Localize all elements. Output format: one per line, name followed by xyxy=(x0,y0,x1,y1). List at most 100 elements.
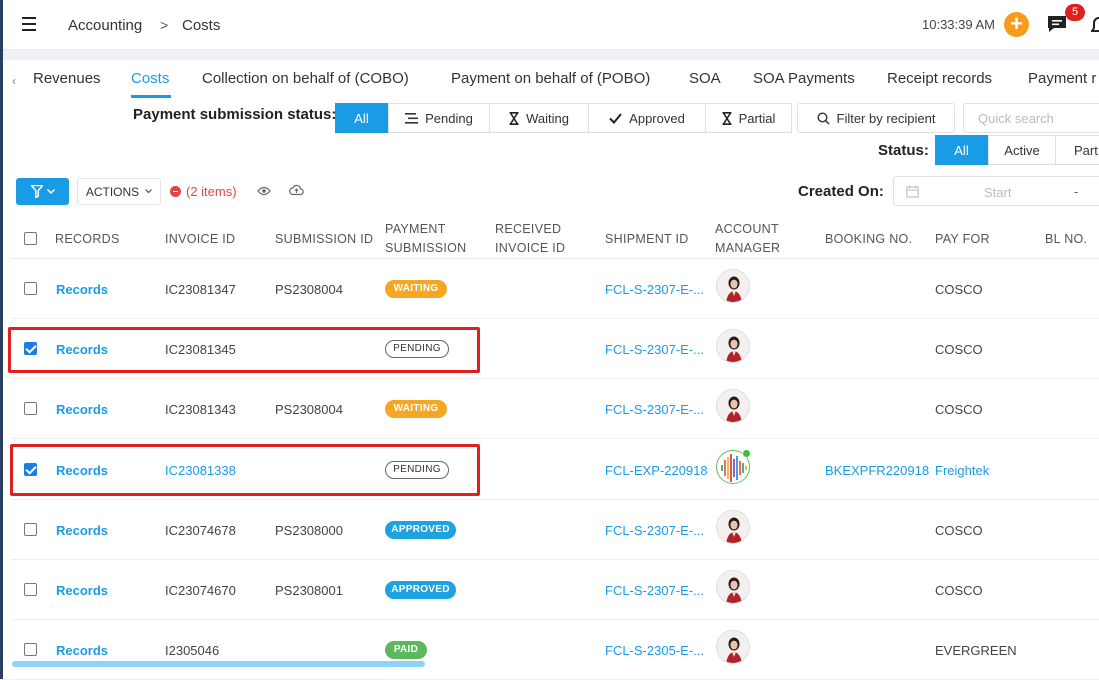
chevron-left-icon[interactable]: ‹ xyxy=(12,74,16,88)
selected-items-count[interactable]: (2 items) xyxy=(170,184,237,199)
pay-for: COSCO xyxy=(935,522,983,538)
booking-no-link[interactable]: BKEXPFR220918 xyxy=(825,463,929,478)
filter-button[interactable] xyxy=(16,178,69,205)
col-account-manager-line1: ACCOUNT xyxy=(715,222,779,236)
cloud-upload-icon[interactable] xyxy=(289,184,304,196)
filter-by-recipient-label: Filter by recipient xyxy=(836,110,936,126)
tab-soa-payments[interactable]: SOA Payments xyxy=(753,70,855,87)
tab-soa[interactable]: SOA xyxy=(689,70,721,87)
payment-status-label: Payment submission status: xyxy=(133,106,337,123)
payment-status-pending-label: Pending xyxy=(425,110,473,126)
records-link[interactable]: Records xyxy=(56,583,108,598)
payment-status-partial-label: Partial xyxy=(738,110,776,126)
actions-dropdown[interactable]: ACTIONS xyxy=(77,178,161,205)
pay-for: COSCO xyxy=(935,583,983,598)
status-active[interactable]: Active xyxy=(988,135,1056,165)
row-checkbox[interactable] xyxy=(24,282,37,295)
table-row[interactable]: Records I2305046 PAID FCL-S-2305-E-... EVERG… xyxy=(11,620,1099,680)
status-partial-label: Part xyxy=(1074,142,1098,158)
col-received-invoice-line2: INVOICE ID xyxy=(495,241,566,255)
date-separator: - xyxy=(1074,184,1079,199)
quick-search-placeholder: Quick search xyxy=(978,110,1054,126)
tab-costs[interactable]: Costs xyxy=(131,70,169,87)
filter-by-recipient-button[interactable]: Filter by recipient xyxy=(797,103,955,133)
top-bar: Accounting > Costs 10:33:39 AM + 5 xyxy=(3,0,1099,50)
avatar[interactable] xyxy=(716,389,750,424)
table-row[interactable]: Records IC23081343 PS2308004 WAITING FCL-S-2… xyxy=(11,379,1099,440)
col-bl-no[interactable]: BL NO. xyxy=(1045,230,1087,249)
col-pay-for[interactable]: PAY FOR xyxy=(935,230,990,249)
status-all-label: All xyxy=(954,142,969,158)
status-badge: APPROVED xyxy=(385,581,456,599)
col-account-manager[interactable]: ACCOUNT MANAGER xyxy=(715,220,780,258)
selected-items-label: (2 items) xyxy=(186,184,237,199)
avatar[interactable] xyxy=(716,269,750,303)
list-icon xyxy=(405,112,419,124)
eye-icon[interactable] xyxy=(257,186,271,196)
tab-receipt-records[interactable]: Receipt records xyxy=(887,70,992,87)
funnel-icon xyxy=(31,185,43,198)
bell-icon[interactable] xyxy=(1091,15,1099,35)
main-panel: Payment submission status: All Pending W… xyxy=(3,98,1099,680)
pay-for: EVERGREEN xyxy=(935,643,1017,659)
pay-for[interactable]: Freightek xyxy=(935,463,989,478)
status-partial[interactable]: Part xyxy=(1055,135,1099,165)
quick-search-input[interactable]: Quick search xyxy=(963,103,1099,133)
shipment-id-link[interactable]: FCL-S-2307-E-... xyxy=(605,523,704,538)
tab-pobo[interactable]: Payment on behalf of (POBO) xyxy=(451,70,650,87)
shipment-id-link[interactable]: FCL-S-2305-E-... xyxy=(605,643,704,658)
status-badge: WAITING xyxy=(385,280,447,298)
pay-for: COSCO xyxy=(935,342,983,358)
records-link[interactable]: Records xyxy=(56,643,108,658)
status-badge: PAID xyxy=(385,641,427,660)
payment-status-pending[interactable]: Pending xyxy=(388,103,490,133)
select-all-checkbox[interactable] xyxy=(24,232,37,245)
table-row[interactable]: Records IC23074678 PS2308000 APPROVED FCL-S-… xyxy=(11,500,1099,560)
avatar[interactable] xyxy=(716,509,750,544)
avatar[interactable] xyxy=(716,630,750,665)
avatar[interactable] xyxy=(716,570,750,604)
chat-icon[interactable] xyxy=(1046,14,1068,34)
avatar[interactable] xyxy=(716,329,750,364)
col-booking-no[interactable]: BOOKING NO. xyxy=(825,230,912,249)
tab-revenues[interactable]: Revenues xyxy=(33,70,101,87)
records-link[interactable]: Records xyxy=(56,402,108,417)
row-checkbox[interactable] xyxy=(24,583,37,596)
records-link[interactable]: Records xyxy=(56,282,108,297)
shipment-id-link[interactable]: FCL-S-2307-E-... xyxy=(605,342,704,357)
hourglass-icon xyxy=(722,111,732,125)
payment-status-approved-label: Approved xyxy=(629,110,685,126)
hamburger-menu-icon[interactable] xyxy=(22,17,36,31)
add-icon[interactable]: + xyxy=(1004,12,1029,37)
payment-status-waiting[interactable]: Waiting xyxy=(489,103,589,133)
shipment-id-link[interactable]: FCL-S-2307-E-... xyxy=(605,583,704,598)
breadcrumb-accounting[interactable]: Accounting xyxy=(68,17,142,34)
status-all[interactable]: All xyxy=(935,135,988,165)
records-link[interactable]: Records xyxy=(56,523,108,538)
shipment-id-link[interactable]: FCL-S-2307-E-... xyxy=(605,282,704,297)
payment-status-all[interactable]: All xyxy=(335,103,388,133)
col-shipment-id[interactable]: SHIPMENT ID xyxy=(605,230,689,249)
submission-id: PS2308001 xyxy=(275,583,343,598)
shipment-id-link[interactable]: FCL-S-2307-E-... xyxy=(605,402,704,417)
horizontal-scrollbar[interactable] xyxy=(12,661,425,667)
col-payment-submission[interactable]: PAYMENT SUBMISSION xyxy=(385,220,467,258)
invoice-id: IC23081343 xyxy=(165,402,236,418)
shipment-id-link[interactable]: FCL-EXP-220918 xyxy=(605,463,708,478)
payment-status-approved[interactable]: Approved xyxy=(588,103,706,133)
table-row[interactable]: Records IC23081347 PS2308004 WAITING FCL-S-2… xyxy=(11,259,1099,319)
tab-cobo[interactable]: Collection on behalf of (COBO) xyxy=(202,70,409,87)
tab-payment-records[interactable]: Payment r xyxy=(1028,70,1096,87)
row-checkbox[interactable] xyxy=(24,643,37,657)
row-checkbox[interactable] xyxy=(24,402,37,416)
col-received-invoice-id[interactable]: RECEIVED INVOICE ID xyxy=(495,220,565,258)
col-invoice-id[interactable]: INVOICE ID xyxy=(165,230,235,249)
created-on-date-range[interactable]: Start - xyxy=(893,176,1099,206)
col-submission-id[interactable]: SUBMISSION ID xyxy=(275,230,373,249)
payment-status-partial[interactable]: Partial xyxy=(705,103,792,133)
status-label: Status: xyxy=(878,142,929,159)
table-row[interactable]: Records IC23074670 PS2308001 APPROVED FCL-S-… xyxy=(11,560,1099,620)
chevron-down-icon xyxy=(145,189,153,194)
row-checkbox[interactable] xyxy=(24,522,37,536)
col-records[interactable]: RECORDS xyxy=(55,230,120,249)
